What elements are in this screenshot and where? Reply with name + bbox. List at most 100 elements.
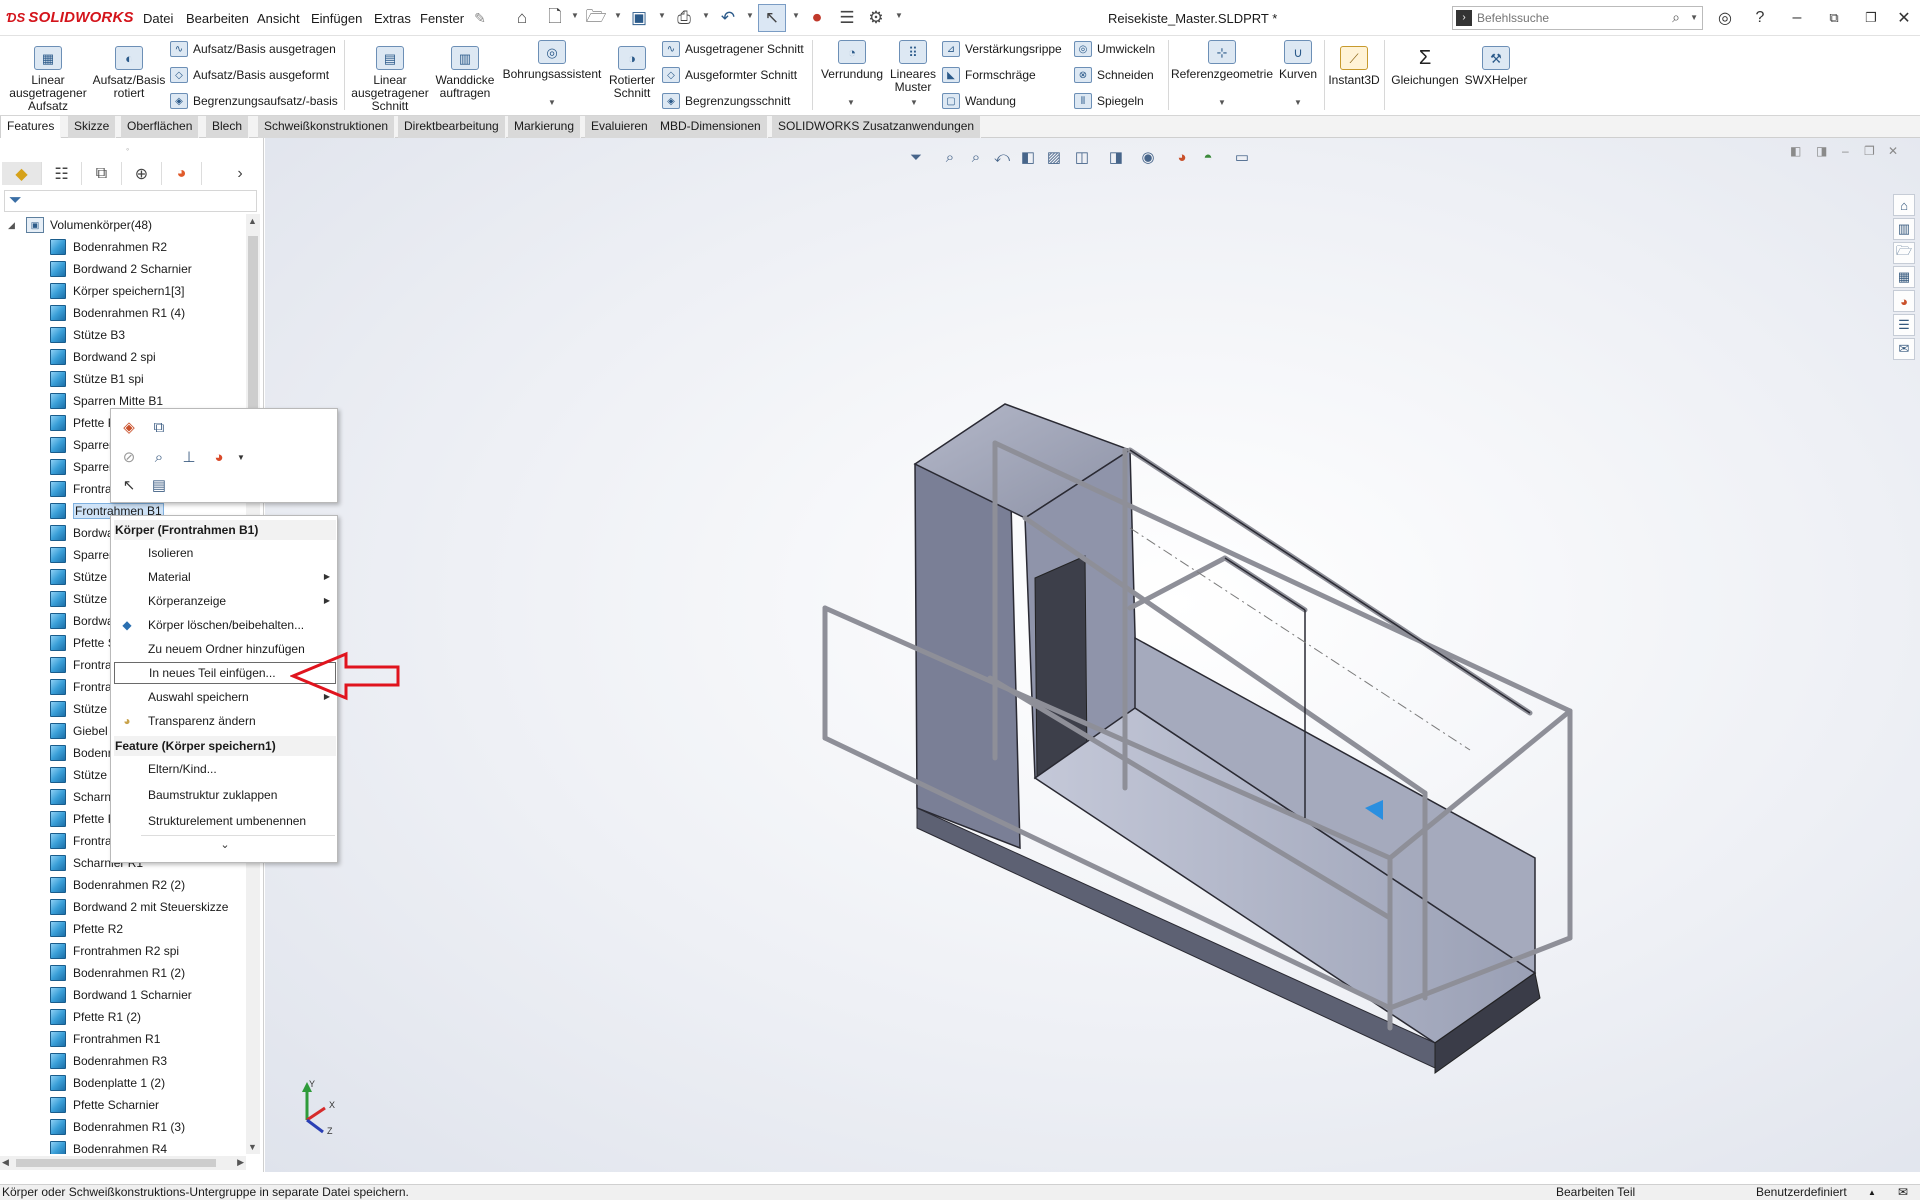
tree-item[interactable]: Frontra	[50, 654, 112, 676]
comment-icon[interactable]: ▤	[147, 473, 171, 497]
tree-item[interactable]: Bodenplatte 1 (2)	[50, 1072, 165, 1094]
select-cursor-icon[interactable]: ↖	[758, 4, 786, 32]
insert-into-new-part-icon[interactable]: ⧉	[147, 415, 171, 439]
options-gear-icon[interactable]: ⚙	[864, 6, 888, 30]
save-icon[interactable]: ▣	[627, 6, 651, 30]
tree-item[interactable]: Stütze	[50, 698, 107, 720]
tree-item[interactable]: Sparren	[50, 544, 116, 566]
tab-markierung[interactable]: Markierung	[508, 116, 582, 138]
home-icon[interactable]: ⌂	[510, 6, 534, 30]
tab-oberflaechen[interactable]: Oberflächen	[121, 116, 200, 138]
maximize-icon[interactable]: ❐	[1857, 6, 1885, 30]
hole-wizard-dropdown-icon[interactable]: ▼	[548, 98, 556, 107]
menu-item-transparenz-aendern[interactable]: ◕ Transparenz ändern	[114, 710, 336, 732]
tree-item[interactable]: Bordwand 2 Scharnier	[50, 258, 192, 280]
tree-item[interactable]: Pfette R2	[50, 918, 123, 940]
ribbon-boundary-boss-button[interactable]: ◈ Begrenzungsaufsatz/-basis	[170, 90, 338, 112]
rebuild-traffic-light-icon[interactable]: ⏺	[805, 6, 829, 30]
open-dropdown-icon[interactable]: ▼	[614, 11, 622, 20]
menu-ansicht[interactable]: Ansicht	[257, 11, 300, 26]
tree-item[interactable]: Stütze	[50, 566, 107, 588]
ribbon-instant3d-button[interactable]: ⟋ Instant3D	[1326, 46, 1382, 87]
ribbon-boundary-cut-button[interactable]: ◈ Begrenzungsschnitt	[662, 90, 790, 112]
ribbon-equations-button[interactable]: Σ Gleichungen	[1386, 46, 1464, 87]
dimxpert-tab-icon[interactable]: ⊕	[122, 162, 162, 185]
tree-item[interactable]: Stütze	[50, 588, 107, 610]
file-properties-icon[interactable]: ☰	[835, 6, 859, 30]
open-part-icon[interactable]: ◈	[117, 415, 141, 439]
ribbon-shell-button[interactable]: ▢ Wandung	[942, 90, 1016, 112]
tree-item[interactable]: Bodenrahmen R2 (2)	[50, 874, 185, 896]
status-comment-icon[interactable]: ✉	[1898, 1185, 1908, 1200]
ribbon-revolve-boss-button[interactable]: ◐ Aufsatz/Basis rotiert	[90, 46, 168, 100]
tree-item[interactable]: Bodenrahmen R1 (3)	[50, 1116, 185, 1138]
command-search[interactable]: › ⌕ ▼	[1452, 6, 1703, 30]
menu-item-koerperanzeige[interactable]: Körperanzeige ▶	[114, 590, 336, 612]
property-manager-tab-icon[interactable]: ☷	[42, 162, 82, 185]
tree-item[interactable]: Sparren	[50, 434, 116, 456]
tree-filter[interactable]: ⏷	[4, 190, 257, 212]
panel-expand-arrow-icon[interactable]: ›	[228, 162, 252, 185]
tree-item[interactable]: Körper speichern1[3]	[50, 280, 184, 302]
hide-body-icon[interactable]: ⊘	[117, 445, 141, 469]
menu-item-baumstruktur-zuklappen[interactable]: Baumstruktur zuklappen	[114, 784, 336, 806]
appearance-dropdown-icon[interactable]: ▼	[229, 445, 253, 469]
search-icon[interactable]: ⌕	[1672, 9, 1680, 26]
ribbon-swept-boss-button[interactable]: ∿ Aufsatz/Basis ausgetragen	[170, 38, 336, 60]
menu-einfuegen[interactable]: Einfügen	[311, 11, 362, 26]
display-manager-tab-icon[interactable]: ◕	[162, 162, 202, 185]
status-units[interactable]: Benutzerdefiniert	[1756, 1185, 1847, 1200]
tree-item[interactable]: Bodenrahmen R1 (4)	[50, 302, 185, 324]
tree-item[interactable]: Frontrahmen R2 spi	[50, 940, 179, 962]
ribbon-extrude-cut-button[interactable]: ▤ Linear ausgetragener Schnitt	[350, 46, 430, 113]
tree-item[interactable]: Pfette F	[50, 808, 115, 830]
undo-icon[interactable]: ↶	[716, 6, 740, 30]
restore-pane-icon[interactable]: ⧉	[1820, 6, 1848, 30]
scroll-thumb-horizontal[interactable]	[16, 1159, 216, 1167]
tab-direktbearbeitung[interactable]: Direktbearbeitung	[398, 116, 506, 138]
user-account-icon[interactable]: ◎	[1711, 6, 1739, 30]
scroll-up-icon[interactable]: ▲	[248, 216, 257, 226]
ribbon-revolve-cut-button[interactable]: ◑ Rotierter Schnitt	[604, 46, 660, 100]
units-dropdown-icon[interactable]: ▲	[1868, 1185, 1876, 1200]
menu-bearbeiten[interactable]: Bearbeiten	[186, 11, 249, 26]
tree-item[interactable]: Bodenr	[50, 742, 112, 764]
menu-datei[interactable]: Datei	[143, 11, 173, 26]
options-dropdown-icon[interactable]: ▼	[895, 11, 903, 20]
tree-item[interactable]: Pfette F	[50, 412, 115, 434]
appearance-icon[interactable]: ◕	[207, 445, 231, 469]
ribbon-mirror-button[interactable]: ⫴ Spiegeln	[1074, 90, 1144, 112]
ribbon-rib-button[interactable]: ⊿ Verstärkungsrippe	[942, 38, 1062, 60]
command-search-input[interactable]	[1477, 9, 1657, 27]
ribbon-wrap-button[interactable]: ◎ Umwickeln	[1074, 38, 1155, 60]
ribbon-fillet-button[interactable]: ◔ Verrundung	[816, 40, 888, 81]
tab-schweisskonstruktionen[interactable]: Schweißkonstruktionen	[258, 116, 396, 138]
tree-item[interactable]: Frontra	[50, 676, 112, 698]
tree-item[interactable]: Scharn	[50, 786, 111, 808]
tab-blech[interactable]: Blech	[206, 116, 250, 138]
tree-root-solid-bodies[interactable]: ◢ ▣ Volumenkörper(48)	[8, 214, 152, 236]
ribbon-lofted-cut-button[interactable]: ◇ Ausgeformter Schnitt	[662, 64, 797, 86]
configuration-manager-tab-icon[interactable]: ⧉	[82, 162, 122, 185]
tree-item[interactable]: Bordwand 1 Scharnier	[50, 984, 192, 1006]
tab-features[interactable]: Features	[0, 116, 62, 138]
fillet-dropdown-icon[interactable]: ▼	[847, 98, 855, 107]
curves-dropdown-icon[interactable]: ▼	[1294, 98, 1302, 107]
menu-item-isolieren[interactable]: Isolieren	[114, 542, 336, 564]
save-dropdown-icon[interactable]: ▼	[658, 11, 666, 20]
tree-item[interactable]: Stütze	[50, 764, 107, 786]
tree-item[interactable]: Bordwa	[50, 522, 114, 544]
tree-item[interactable]: Bodenrahmen R1 (2)	[50, 962, 185, 984]
menu-fenster[interactable]: Fenster	[420, 11, 464, 26]
tab-skizze[interactable]: Skizze	[68, 116, 117, 138]
tree-item[interactable]: Bodenrahmen R2	[50, 236, 167, 258]
menu-extras[interactable]: Extras	[374, 11, 411, 26]
close-icon[interactable]: ✕	[1890, 6, 1918, 30]
ribbon-hole-wizard-button[interactable]: ◎ Bohrungsassistent	[500, 40, 604, 81]
tree-item[interactable]: Giebel	[50, 720, 108, 742]
ribbon-reference-geometry-button[interactable]: ⊹ Referenzgeometrie	[1170, 40, 1274, 81]
search-dropdown-icon[interactable]: ▼	[1690, 13, 1698, 22]
scroll-right-icon[interactable]: ▶	[237, 1157, 244, 1168]
menu-item-strukturelement-umbenennen[interactable]: Strukturelement umbenennen	[114, 810, 336, 832]
reference-dropdown-icon[interactable]: ▼	[1218, 98, 1226, 107]
